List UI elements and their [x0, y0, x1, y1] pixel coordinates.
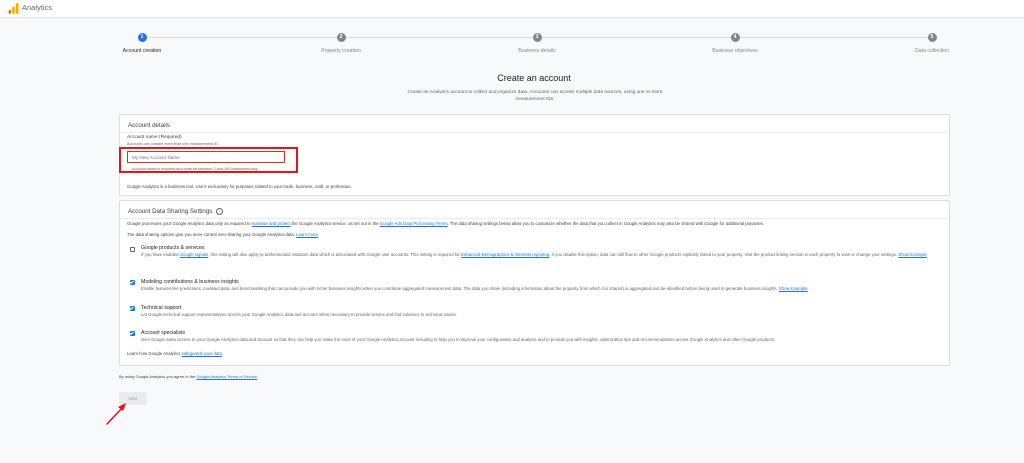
step-number: 3 — [532, 33, 542, 42]
modeling-contributions-checkbox[interactable] — [130, 280, 135, 285]
annotation-highlight-box — [119, 147, 298, 173]
intro-text: Google processes your Google Analytics d… — [127, 221, 251, 226]
divider — [120, 218, 949, 219]
google-signals-link[interactable]: Google signals — [180, 252, 208, 257]
desc-text: property to view or change your settings… — [819, 252, 898, 257]
show-example-link[interactable]: Show Example — [898, 252, 927, 257]
sharing-control-text: The data sharing options give you more c… — [127, 232, 318, 238]
safeguards-text: Learn how Google Analytics safeguards yo… — [127, 351, 224, 356]
step-number: 2 — [336, 33, 346, 42]
data-processing-terms-link[interactable]: Google Ads Data Processing Terms — [380, 221, 448, 226]
step-number: 4 — [730, 33, 740, 42]
step-number: 1 — [137, 33, 147, 42]
account-details-title: Account details — [128, 122, 170, 129]
data-sharing-card: Account Data Sharing Settings ? Google p… — [119, 200, 950, 366]
learn-more-link[interactable]: Learn more — [296, 232, 318, 237]
safeguards-prefix: Learn how Google Analytics — [127, 351, 181, 356]
option-title: Account specialists — [141, 330, 186, 336]
step-business-objectives: 4 Business objectives — [675, 33, 795, 54]
option-description: If you have enabled Google signals, this… — [141, 252, 941, 258]
intro-text: . The data sharing settings below allow … — [447, 221, 765, 226]
page-subtitle: Create an Analytics account to collect a… — [407, 90, 663, 102]
google-products-checkbox[interactable] — [130, 247, 135, 252]
option-description: Let Google technical support representat… — [141, 312, 458, 317]
step-label: Data collection — [914, 48, 950, 54]
terms-notice: By using Google Analytics you agree to t… — [119, 374, 259, 379]
top-bar: Analytics — [0, 0, 1024, 18]
divider — [120, 132, 949, 133]
step-label: Property creation — [321, 48, 361, 54]
technical-support-checkbox[interactable] — [130, 306, 135, 311]
help-icon[interactable]: ? — [216, 208, 224, 215]
desc-text: . If you disable this option, data can s… — [549, 252, 819, 257]
business-tool-note: Google Analytics is a business tool. Use… — [127, 184, 352, 189]
step-label: Account creation — [122, 48, 162, 54]
analytics-logo-icon — [8, 3, 19, 14]
control-text: The data sharing options give you more c… — [127, 232, 295, 237]
intro-text: the Google Analytics service, as set out… — [291, 221, 379, 226]
step-account-creation: 1 Account creation — [82, 33, 202, 54]
data-sharing-title: Account Data Sharing Settings ? — [128, 208, 224, 216]
step-label: Business objectives — [712, 48, 758, 54]
step-number: 5 — [927, 33, 937, 42]
terms-of-service-link[interactable]: Google Analytics Terms of Service — [196, 374, 257, 379]
desc-text: If you have enabled — [141, 252, 179, 257]
option-title: Google products & services — [141, 245, 205, 251]
option-description: Enable features like predictions, modele… — [141, 286, 941, 292]
enhanced-demographics-link[interactable]: Enhanced Demographics & Interests report… — [461, 252, 549, 257]
show-example-link[interactable]: Show Example — [779, 286, 808, 291]
app-title: Analytics — [22, 3, 53, 12]
step-property-creation: 2 Property creation — [281, 33, 401, 54]
page-title: Create an account — [497, 73, 571, 83]
desc-text: , this setting will also apply to authen… — [208, 252, 460, 257]
tos-prefix: By using Google Analytics you agree to t… — [119, 374, 196, 379]
safeguards-link[interactable]: safeguards your data — [181, 351, 221, 356]
option-description: Give Google sales access to your Google … — [141, 337, 775, 342]
sharing-intro: Google processes your Google Analytics d… — [127, 221, 764, 227]
maintain-protect-link[interactable]: maintain and protect — [252, 221, 291, 226]
step-data-collection: 5 Data collection — [872, 33, 992, 54]
progress-stepper: 1 Account creation 2 Property creation 3… — [0, 30, 1024, 60]
step-label: Business details — [518, 48, 556, 54]
data-sharing-title-text: Account Data Sharing Settings — [128, 208, 213, 216]
account-specialists-checkbox[interactable] — [130, 331, 135, 336]
option-title: Modeling contributions & business insigh… — [141, 279, 239, 285]
desc-text: Enable features like predictions, modele… — [141, 286, 778, 291]
step-business-details: 3 Business details — [477, 33, 597, 54]
annotation-arrow-icon — [106, 403, 126, 425]
option-title: Technical support — [141, 305, 182, 311]
